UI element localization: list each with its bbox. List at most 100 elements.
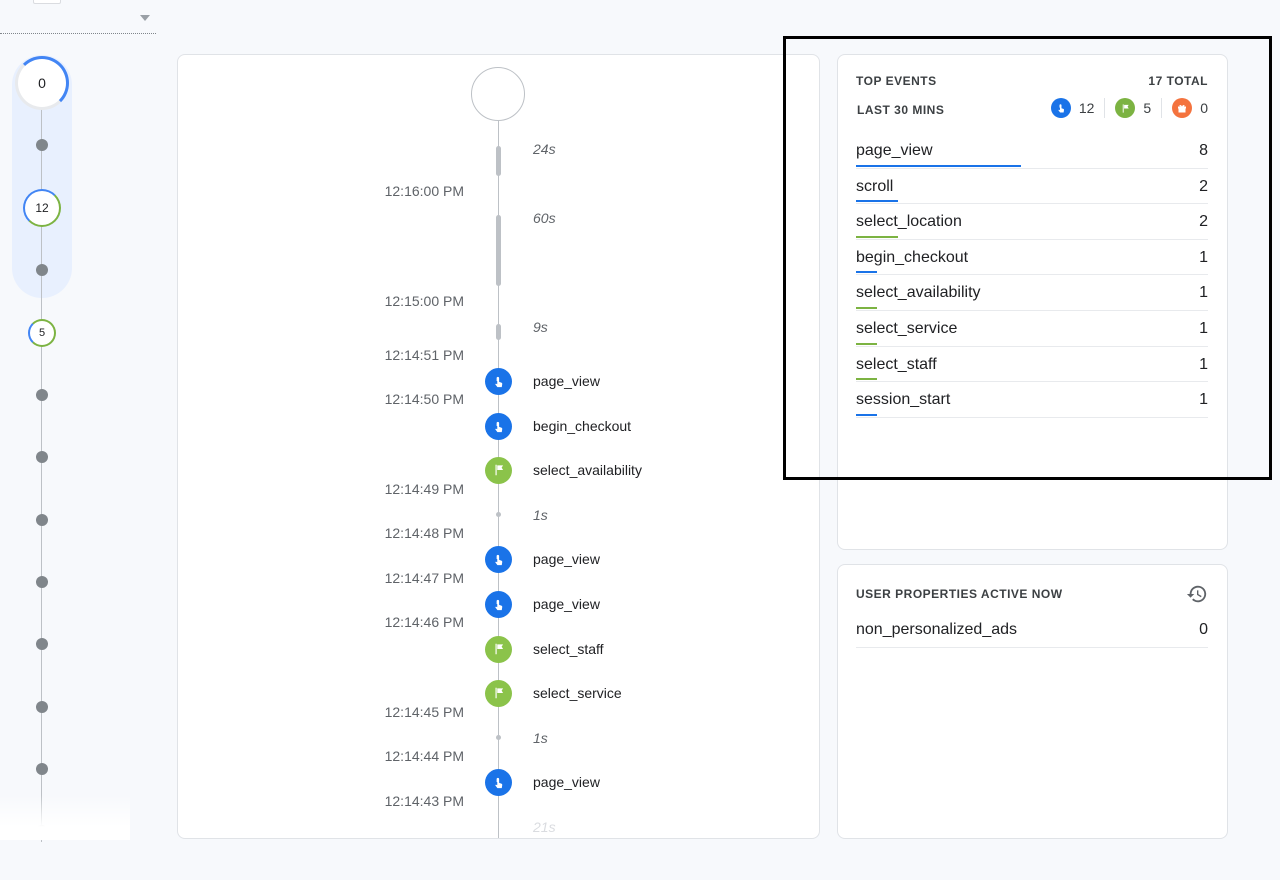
flag-icon <box>485 456 512 484</box>
top-events-list: page_view 8 scroll 2 select_location 2 b… <box>856 133 1208 418</box>
top-chip[interactable] <box>33 0 61 4</box>
top-event-row[interactable]: begin_checkout 1 <box>856 240 1208 276</box>
rail-minute-dot[interactable] <box>36 701 48 713</box>
stream-event[interactable]: page_view <box>485 590 600 618</box>
gap-dot <box>496 735 501 740</box>
stream-event-name: page_view <box>533 596 600 612</box>
rail-minute-dot[interactable] <box>36 389 48 401</box>
top-event-bar <box>856 271 877 274</box>
gap-duration: 1s <box>533 507 548 523</box>
gap-duration: 21s <box>533 819 556 835</box>
rail-minute-dot[interactable] <box>36 139 48 151</box>
gap-bar <box>496 215 501 286</box>
stream-event-name: select_availability <box>533 462 642 478</box>
gap-bar <box>496 146 501 176</box>
top-event-count: 1 <box>1199 391 1208 409</box>
top-event-bar <box>856 378 877 381</box>
top-events-header: TOP EVENTS 17 TOTAL <box>856 74 1208 88</box>
user-properties-card: USER PROPERTIES ACTIVE NOW non_personali… <box>837 564 1228 839</box>
top-events-total: 17 TOTAL <box>1148 74 1208 88</box>
rail-fade <box>0 795 130 840</box>
seconds-stream-card: 24s 60s 9s 1s 1s 21s 12:16:00 PM 12:15:0… <box>177 54 820 839</box>
rail-bubble[interactable]: 12 <box>23 189 61 227</box>
gap-bar <box>496 324 501 340</box>
stream-event-name: begin_checkout <box>533 418 632 434</box>
rail-minute-dot[interactable] <box>36 451 48 463</box>
stream-event-name: page_view <box>533 551 600 567</box>
touch-count: 12 <box>1041 98 1095 118</box>
stream-start-circle <box>471 67 525 121</box>
touch-icon <box>485 412 512 440</box>
top-event-row[interactable]: select_location 2 <box>856 204 1208 240</box>
flag-icon <box>485 679 512 707</box>
timestamp: 12:14:46 PM <box>384 614 464 630</box>
stream-event[interactable]: select_availability <box>485 456 642 484</box>
top-event-row[interactable]: select_availability 1 <box>856 275 1208 311</box>
top-events-card: TOP EVENTS 17 TOTAL LAST 30 MINS 12 5 0 … <box>837 54 1228 550</box>
top-event-name: scroll <box>856 177 894 195</box>
top-event-count: 1 <box>1199 248 1208 266</box>
debugview-page: 0 12 5 24s 60s 9s 1s 1s 21s 12:16:00 PM … <box>0 0 1280 880</box>
rail-bubble[interactable]: 5 <box>28 319 56 347</box>
top-event-bar <box>856 342 877 345</box>
stream-event[interactable]: select_staff <box>485 635 604 663</box>
stream-event[interactable]: select_service <box>485 679 622 707</box>
stream-event-name: select_staff <box>533 641 604 657</box>
touch-icon <box>485 367 512 395</box>
top-event-bar <box>856 235 898 238</box>
user-property-value: 0 <box>1199 621 1208 638</box>
top-event-row[interactable]: session_start 1 <box>856 382 1208 418</box>
stream-event[interactable]: page_view <box>485 545 600 573</box>
top-event-name: begin_checkout <box>856 248 969 266</box>
user-property-row[interactable]: non_personalized_ads 0 <box>856 615 1208 648</box>
timestamp: 12:14:51 PM <box>384 347 464 363</box>
timestamp: 12:16:00 PM <box>384 183 464 199</box>
top-event-name: select_availability <box>856 284 981 302</box>
rail-minute-dot[interactable] <box>36 264 48 276</box>
stream-event[interactable]: begin_checkout <box>485 412 631 440</box>
touch-icon <box>485 590 512 618</box>
top-event-count: 1 <box>1199 284 1208 302</box>
stream-event[interactable]: page_view <box>485 367 600 395</box>
top-event-bar <box>856 164 1021 167</box>
stream-event[interactable]: page_view <box>485 768 600 796</box>
top-event-row[interactable]: select_staff 1 <box>856 347 1208 383</box>
rail-minute-dot[interactable] <box>36 763 48 775</box>
timestamp: 12:14:45 PM <box>384 704 464 720</box>
stream-event-name: page_view <box>533 774 600 790</box>
rail-minute-dot[interactable] <box>36 638 48 650</box>
timestamp: 12:14:49 PM <box>384 481 464 497</box>
touch-count-value: 12 <box>1078 100 1095 116</box>
stream-event-name: page_view <box>533 373 600 389</box>
top-event-count: 2 <box>1199 213 1208 231</box>
top-event-name: page_view <box>856 142 933 159</box>
history-icon[interactable] <box>1186 583 1208 605</box>
timestamp: 12:14:50 PM <box>384 391 464 407</box>
rail-minute-dot[interactable] <box>36 576 48 588</box>
top-event-count: 8 <box>1199 142 1208 159</box>
touch-icon <box>485 768 512 796</box>
top-event-row[interactable]: scroll 2 <box>856 169 1208 205</box>
top-event-bar <box>856 200 898 203</box>
rail-minute-dot[interactable] <box>36 514 48 526</box>
flag-count: 5 <box>1104 98 1151 118</box>
gap-dot <box>496 512 501 517</box>
rail-bubble-current[interactable]: 0 <box>15 56 69 110</box>
flag-icon <box>1115 98 1136 118</box>
top-events-title: TOP EVENTS <box>856 74 937 88</box>
top-event-count: 1 <box>1199 355 1208 373</box>
timestamp: 12:14:48 PM <box>384 525 464 541</box>
gap-duration: 9s <box>533 319 548 335</box>
gift-count-value: 0 <box>1200 100 1208 116</box>
top-event-name: select_location <box>856 213 962 231</box>
top-event-bar <box>856 413 877 416</box>
user-properties-title: USER PROPERTIES ACTIVE NOW <box>856 587 1063 601</box>
top-event-row[interactable]: select_service 1 <box>856 311 1208 347</box>
flag-count-value: 5 <box>1143 100 1152 116</box>
top-event-name: session_start <box>856 391 951 409</box>
user-property-name: non_personalized_ads <box>856 621 1018 638</box>
top-event-count: 2 <box>1199 177 1208 195</box>
dropdown-caret-icon[interactable] <box>140 15 150 21</box>
dotted-divider <box>0 33 156 34</box>
top-event-row[interactable]: page_view 8 <box>856 133 1208 169</box>
